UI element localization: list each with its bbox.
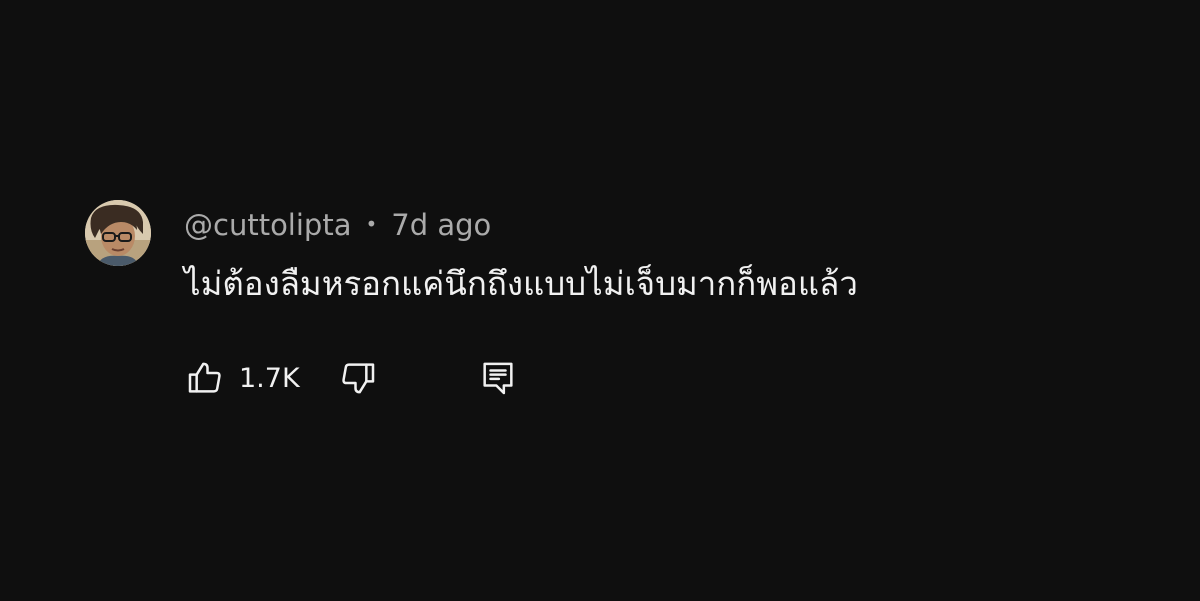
meta-separator: •: [365, 212, 378, 236]
author-handle[interactable]: @cuttolipta: [184, 208, 351, 242]
comment-thread: @cuttolipta • 7d ago ไม่ต้องลืมหรอกแค่นึ…: [85, 200, 1085, 410]
thumbs-down-icon: [338, 358, 378, 398]
reply-button[interactable]: [478, 355, 518, 401]
like-button[interactable]: 1.7K: [185, 355, 300, 401]
thumbs-up-icon: [185, 358, 225, 398]
dislike-button[interactable]: [338, 355, 378, 401]
avatar-image: [85, 200, 151, 266]
comment-reply-icon: [478, 358, 518, 398]
comment-actions: 1.7K: [185, 355, 685, 401]
comment-meta: @cuttolipta • 7d ago: [184, 204, 491, 246]
comment-text: ไม่ต้องลืมหรอกแค่นึกถึงแบบไม่เจ็บมากก็พอ…: [184, 264, 858, 303]
avatar[interactable]: [85, 200, 151, 266]
like-count: 1.7K: [239, 362, 300, 394]
timestamp[interactable]: 7d ago: [391, 208, 491, 242]
